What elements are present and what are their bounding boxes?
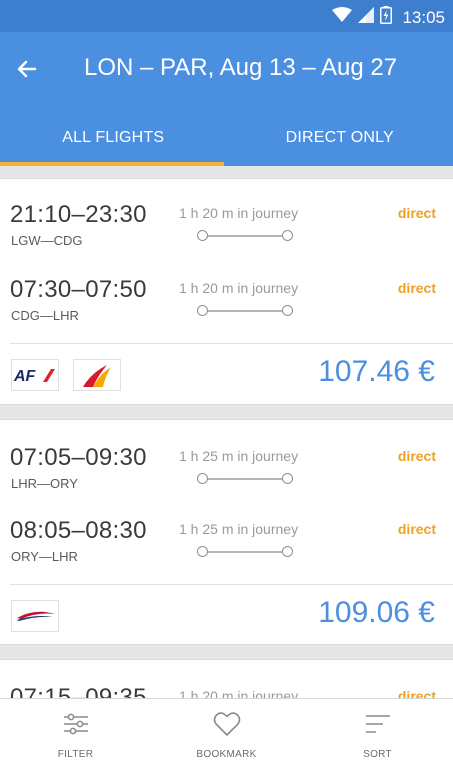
bookmark-button[interactable]: BOOKMARK xyxy=(151,699,302,766)
leg-time: 08:05–08:30 xyxy=(10,517,147,544)
air-france-logo: AF xyxy=(11,359,59,391)
flight-leg: 07:30–07:50 CDG—LHR 1 h 20 m in journey … xyxy=(0,276,453,346)
page-title: LON – PAR, Aug 13 – Aug 27 xyxy=(84,54,398,81)
heart-icon xyxy=(212,709,242,739)
filter-label: FILTER xyxy=(57,749,94,760)
sort-lines-icon xyxy=(363,709,393,739)
leg-time: 07:30–07:50 xyxy=(10,276,147,303)
flight-leg: 21:10–23:30 LGW—CDG 1 h 20 m in journey … xyxy=(0,201,453,271)
divider xyxy=(10,584,453,585)
divider xyxy=(10,343,453,344)
flight-result-card[interactable]: 21:10–23:30 LGW—CDG 1 h 20 m in journey … xyxy=(0,178,453,405)
leg-stops-label: direct xyxy=(397,688,436,698)
leg-route: CDG—LHR xyxy=(11,308,79,323)
british-airways-logo xyxy=(11,600,59,632)
price-label: 107.46 € xyxy=(318,355,435,388)
leg-route: LHR—ORY xyxy=(11,476,78,491)
flight-result-card[interactable]: 07:15–09:35 1 h 20 m in journey direct xyxy=(0,659,453,698)
leg-stops-label: direct xyxy=(397,280,436,296)
tab-all-flights[interactable]: ALL FLIGHTS xyxy=(0,110,227,166)
status-time: 13:05 xyxy=(402,7,445,27)
results-list[interactable]: 21:10–23:30 LGW—CDG 1 h 20 m in journey … xyxy=(0,166,453,698)
leg-duration: 1 h 25 m in journey xyxy=(179,521,299,537)
svg-text:AF: AF xyxy=(13,368,37,384)
iberia-logo xyxy=(73,359,121,391)
battery-icon xyxy=(380,6,393,29)
bookmark-label: BOOKMARK xyxy=(196,749,257,760)
tab-direct-only[interactable]: DIRECT ONLY xyxy=(227,110,453,166)
tab-bar: ALL FLIGHTS DIRECT ONLY xyxy=(0,110,453,166)
signal-icon xyxy=(358,7,375,28)
leg-duration: 1 h 25 m in journey xyxy=(179,448,299,464)
arrow-left-icon xyxy=(17,60,37,78)
flight-path-line xyxy=(197,473,293,485)
filter-sliders-icon xyxy=(61,709,91,739)
app-bar: LON – PAR, Aug 13 – Aug 27 ALL FLIGHTS D… xyxy=(0,32,453,166)
leg-stops-label: direct xyxy=(397,521,436,537)
sort-button[interactable]: SORT xyxy=(302,699,453,766)
flight-path-line xyxy=(197,546,293,558)
leg-route: LGW—CDG xyxy=(11,233,83,248)
flight-leg: 08:05–08:30 ORY—LHR 1 h 25 m in journey … xyxy=(0,517,453,587)
status-icons: 13:05 xyxy=(332,6,445,29)
leg-stops-label: direct xyxy=(397,448,436,464)
wifi-icon xyxy=(332,7,353,28)
leg-duration: 1 h 20 m in journey xyxy=(179,688,299,698)
back-button[interactable] xyxy=(10,52,44,86)
leg-time: 21:10–23:30 xyxy=(10,201,147,228)
status-bar: 13:05 xyxy=(0,0,453,32)
leg-duration: 1 h 20 m in journey xyxy=(179,205,299,221)
flight-leg: 07:15–09:35 1 h 20 m in journey direct xyxy=(0,684,453,698)
leg-time: 07:15–09:35 xyxy=(10,684,147,698)
flight-path-line xyxy=(197,230,293,242)
filter-button[interactable]: FILTER xyxy=(0,699,151,766)
sort-label: SORT xyxy=(363,749,392,760)
leg-time: 07:05–09:30 xyxy=(10,444,147,471)
leg-route: ORY—LHR xyxy=(11,549,78,564)
leg-duration: 1 h 20 m in journey xyxy=(179,280,299,296)
flight-result-card[interactable]: 07:05–09:30 LHR—ORY 1 h 25 m in journey … xyxy=(0,419,453,645)
leg-stops-label: direct xyxy=(397,205,436,221)
flight-path-line xyxy=(197,305,293,317)
flight-leg: 07:05–09:30 LHR—ORY 1 h 25 m in journey … xyxy=(0,444,453,514)
bottom-navigation: FILTER BOOKMARK SORT xyxy=(0,698,453,766)
price-label: 109.06 € xyxy=(318,596,435,629)
